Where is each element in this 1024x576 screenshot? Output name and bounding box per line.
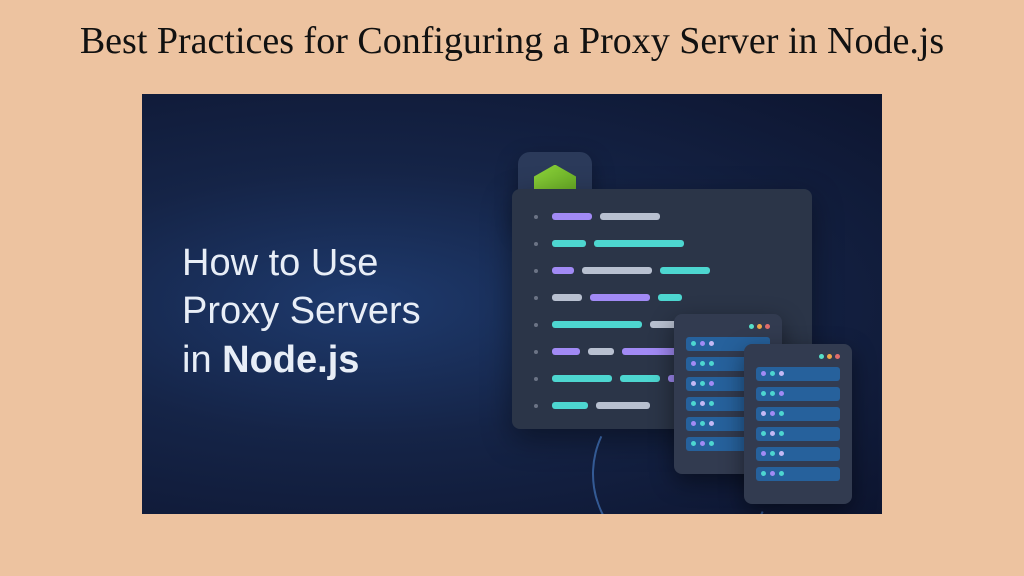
window-controls-icon: [756, 354, 840, 359]
hero-headline: How to Use Proxy Servers in Node.js: [182, 239, 421, 385]
hero-line-3: in Node.js: [182, 336, 421, 385]
hero-line-1: How to Use: [182, 239, 421, 288]
server-card-front: [744, 344, 852, 504]
window-controls-icon: [686, 324, 770, 329]
hero-banner: How to Use Proxy Servers in Node.js: [142, 94, 882, 514]
hero-line-2: Proxy Servers: [182, 287, 421, 336]
page-title: Best Practices for Configuring a Proxy S…: [0, 0, 1024, 76]
